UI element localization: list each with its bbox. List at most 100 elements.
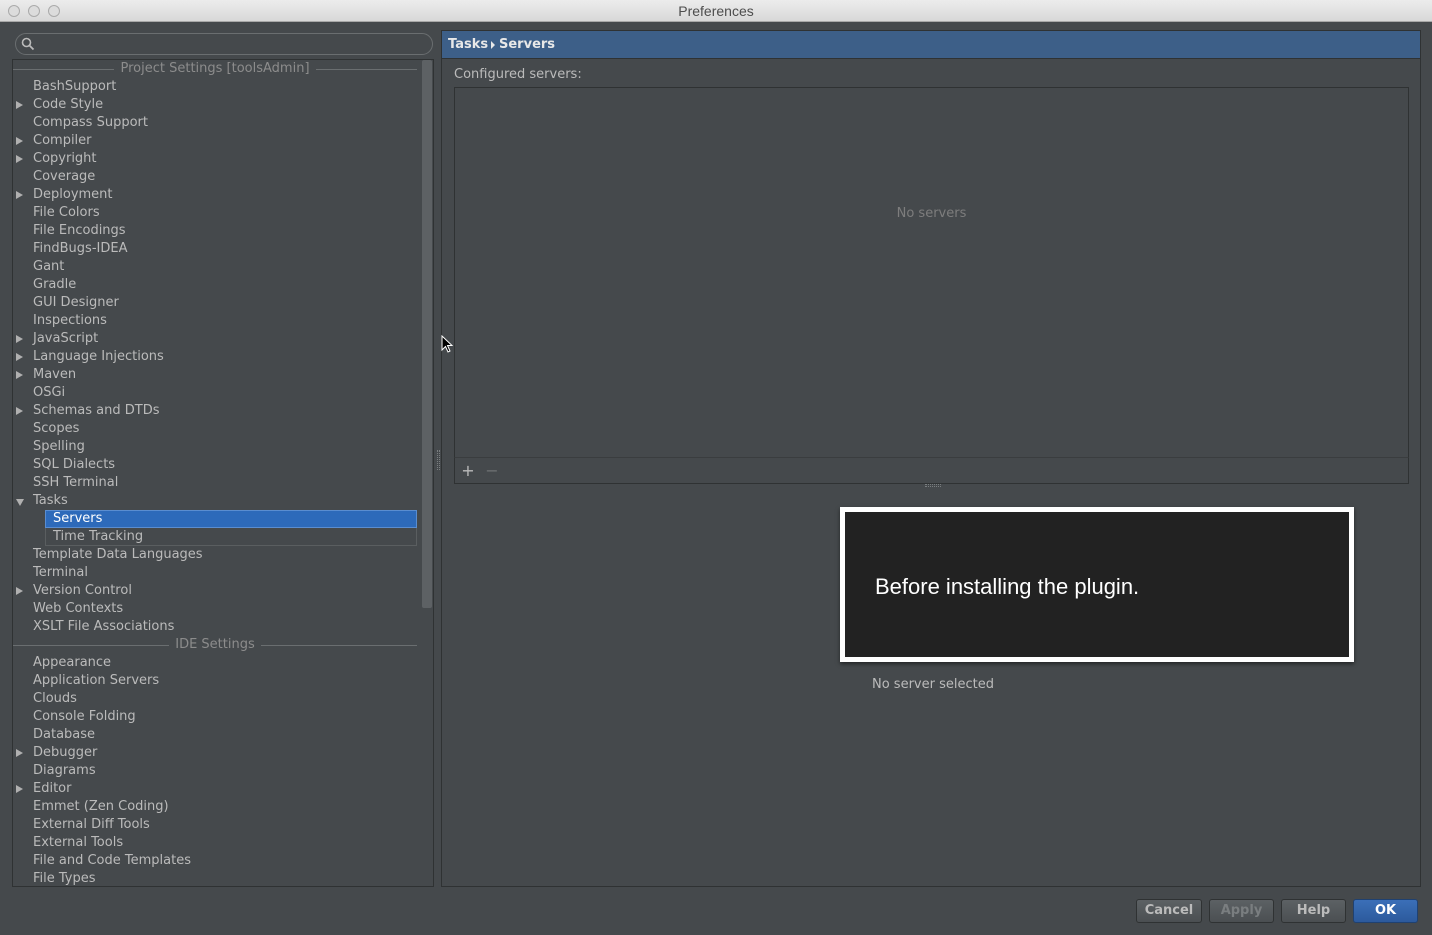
tree-item-label: Diagrams [33, 763, 96, 778]
tree-item-schemas-and-dtds[interactable]: Schemas and DTDs [13, 402, 423, 420]
collapsed-arrow-icon[interactable] [16, 353, 23, 361]
collapsed-arrow-icon[interactable] [16, 371, 23, 379]
tree-item-label: Compiler [33, 133, 92, 148]
help-button[interactable]: Help [1281, 899, 1346, 923]
collapsed-arrow-icon[interactable] [16, 335, 23, 343]
section-header-label: Project Settings [toolsAdmin] [114, 61, 316, 76]
cancel-button[interactable]: Cancel [1136, 899, 1202, 923]
tree-item-label: Web Contexts [33, 601, 124, 616]
collapsed-arrow-icon[interactable] [16, 101, 23, 109]
tree-item-copyright[interactable]: Copyright [13, 150, 423, 168]
tree-item-database[interactable]: Database [13, 726, 423, 744]
tree-item-tasks[interactable]: Tasks [13, 492, 423, 510]
tree-item-label: Servers [53, 511, 103, 526]
tree-item-console-folding[interactable]: Console Folding [13, 708, 423, 726]
tree-item-editor[interactable]: Editor [13, 780, 423, 798]
tree-item-label: GUI Designer [33, 295, 119, 310]
tree-item-label: File Encodings [33, 223, 126, 238]
tree-item-label: Inspections [33, 313, 107, 328]
tree-item-code-style[interactable]: Code Style [13, 96, 423, 114]
collapsed-arrow-icon[interactable] [16, 587, 23, 595]
mouse-cursor-icon [441, 335, 454, 353]
tree-item-xslt-file-associations[interactable]: XSLT File Associations [13, 618, 423, 636]
tree-item-debugger[interactable]: Debugger [13, 744, 423, 762]
add-server-button[interactable]: + [458, 461, 478, 481]
tree-item-label: Template Data Languages [33, 547, 203, 562]
settings-content-panel: Tasks Servers Configured servers: No ser… [441, 30, 1421, 887]
tree-item-diagrams[interactable]: Diagrams [13, 762, 423, 780]
tree-item-label: File Colors [33, 205, 100, 220]
tree-item-clouds[interactable]: Clouds [13, 690, 423, 708]
vertical-splitter[interactable] [925, 484, 941, 487]
tree-item-label: Clouds [33, 691, 77, 706]
tree-item-deployment[interactable]: Deployment [13, 186, 423, 204]
tree-item-application-servers[interactable]: Application Servers [13, 672, 423, 690]
apply-button[interactable]: Apply [1209, 899, 1274, 923]
tree-item-gradle[interactable]: Gradle [13, 276, 423, 294]
servers-list[interactable]: No servers [454, 87, 1409, 484]
tree-item-external-tools[interactable]: External Tools [13, 834, 423, 852]
tree-item-bashsupport[interactable]: BashSupport [13, 78, 423, 96]
panel-splitter[interactable] [437, 450, 440, 470]
window-title: Preferences [678, 3, 754, 19]
collapsed-arrow-icon[interactable] [16, 749, 23, 757]
tree-item-spelling[interactable]: Spelling [13, 438, 423, 456]
tree-item-file-types[interactable]: File Types [13, 870, 423, 886]
tree-item-file-encodings[interactable]: File Encodings [13, 222, 423, 240]
tree-item-scopes[interactable]: Scopes [13, 420, 423, 438]
servers-empty-text: No servers [896, 206, 967, 221]
tree-item-file-and-code-templates[interactable]: File and Code Templates [13, 852, 423, 870]
tree-item-osgi[interactable]: OSGi [13, 384, 423, 402]
collapsed-arrow-icon[interactable] [16, 785, 23, 793]
remove-server-button[interactable]: − [482, 461, 502, 481]
tree-item-gui-designer[interactable]: GUI Designer [13, 294, 423, 312]
tree-item-label: XSLT File Associations [33, 619, 175, 634]
search-input[interactable] [40, 36, 420, 52]
tree-item-findbugs-idea[interactable]: FindBugs-IDEA [13, 240, 423, 258]
tree-item-inspections[interactable]: Inspections [13, 312, 423, 330]
tree-item-gant[interactable]: Gant [13, 258, 423, 276]
expanded-arrow-icon[interactable] [16, 499, 24, 506]
tree-item-web-contexts[interactable]: Web Contexts [13, 600, 423, 618]
tree-item-label: Application Servers [33, 673, 160, 688]
ok-button[interactable]: OK [1353, 899, 1418, 923]
tree-item-external-diff-tools[interactable]: External Diff Tools [13, 816, 423, 834]
project-settings-header: Project Settings [toolsAdmin] [13, 60, 417, 78]
tree-item-file-colors[interactable]: File Colors [13, 204, 423, 222]
tree-item-language-injections[interactable]: Language Injections [13, 348, 423, 366]
tree-item-coverage[interactable]: Coverage [13, 168, 423, 186]
tree-item-label: Gradle [33, 277, 77, 292]
tree-item-label: Maven [33, 367, 77, 382]
collapsed-arrow-icon[interactable] [16, 191, 23, 199]
tree-item-ssh-terminal[interactable]: SSH Terminal [13, 474, 423, 492]
tree-item-appearance[interactable]: Appearance [13, 654, 423, 672]
breadcrumb-current: Servers [499, 37, 556, 52]
caption-overlay: Before installing the plugin. [840, 507, 1354, 662]
tree-item-maven[interactable]: Maven [13, 366, 423, 384]
tree-item-compass-support[interactable]: Compass Support [13, 114, 423, 132]
tree-item-terminal[interactable]: Terminal [13, 564, 423, 582]
settings-search-box[interactable] [15, 33, 433, 55]
tree-item-label: Coverage [33, 169, 96, 184]
tree-item-label: Schemas and DTDs [33, 403, 160, 418]
tree-item-label: SSH Terminal [33, 475, 119, 490]
tree-item-emmet-zen-coding[interactable]: Emmet (Zen Coding) [13, 798, 423, 816]
tree-item-label: Gant [33, 259, 65, 274]
tree-item-label: Spelling [33, 439, 85, 454]
collapsed-arrow-icon[interactable] [16, 407, 23, 415]
tree-item-sql-dialects[interactable]: SQL Dialects [13, 456, 423, 474]
tree-scrollbar[interactable] [422, 60, 432, 608]
tree-item-template-data-languages[interactable]: Template Data Languages [13, 546, 423, 564]
collapsed-arrow-icon[interactable] [16, 137, 23, 145]
tree-item-servers[interactable]: Servers [13, 510, 423, 528]
tree-item-compiler[interactable]: Compiler [13, 132, 423, 150]
tree-item-label: Console Folding [33, 709, 136, 724]
tree-item-label: Tasks [33, 493, 68, 508]
tree-item-time-tracking[interactable]: Time Tracking [13, 528, 423, 546]
settings-tree[interactable]: Project Settings [toolsAdmin] BashSupport… [12, 59, 434, 887]
tree-item-javascript[interactable]: JavaScript [13, 330, 423, 348]
tree-item-version-control[interactable]: Version Control [13, 582, 423, 600]
tree-item-label: FindBugs-IDEA [33, 241, 128, 256]
collapsed-arrow-icon[interactable] [16, 155, 23, 163]
tree-item-label: File and Code Templates [33, 853, 191, 868]
